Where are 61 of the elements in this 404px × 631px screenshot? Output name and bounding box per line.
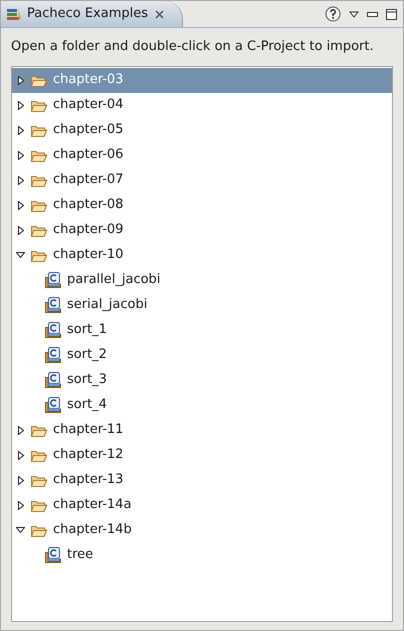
- dropdown-icon[interactable]: [349, 10, 359, 18]
- folder-icon: [31, 74, 47, 86]
- expand-arrow-icon[interactable]: [18, 76, 24, 84]
- tree-item[interactable]: serial_jacobi: [12, 292, 392, 318]
- folder-icon: [31, 124, 47, 136]
- expand-arrow-icon[interactable]: [18, 450, 24, 460]
- expand-arrow-icon[interactable]: [18, 100, 24, 110]
- folder-icon: [31, 524, 47, 536]
- c-project-icon: [45, 297, 61, 313]
- collapse-arrow-icon[interactable]: [16, 252, 25, 258]
- folder-icon: [31, 474, 47, 486]
- instruction-text: Open a folder and double-click on a C-Project to import.: [11, 38, 375, 56]
- folder-icon: [31, 424, 47, 436]
- tree-item[interactable]: chapter-13: [12, 468, 392, 492]
- view-tab[interactable]: Pacheco Examples: [1, 1, 183, 27]
- tree-item[interactable]: chapter-10: [12, 242, 392, 268]
- tree-item[interactable]: chapter-07: [12, 168, 392, 192]
- view-title: Pacheco Examples: [27, 5, 148, 24]
- tree-item[interactable]: sort_2: [12, 342, 392, 368]
- tree-item[interactable]: parallel_jacobi: [12, 268, 392, 292]
- folder-icon: [31, 98, 47, 112]
- tree-item[interactable]: tree: [12, 542, 392, 568]
- collapse-arrow-icon[interactable]: [16, 527, 25, 533]
- help-icon[interactable]: [325, 6, 341, 22]
- tree-item[interactable]: chapter-08: [12, 192, 392, 218]
- c-project-icon: [45, 372, 61, 388]
- folder-icon: [31, 498, 47, 512]
- tree-item[interactable]: sort_3: [12, 368, 392, 392]
- close-icon[interactable]: [155, 10, 164, 18]
- books-icon: [6, 7, 22, 21]
- tree-item[interactable]: sort_1: [12, 318, 392, 342]
- c-project-icon: [45, 322, 61, 338]
- c-project-icon: [45, 272, 61, 288]
- c-project-icon: [45, 547, 61, 563]
- maximize-icon[interactable]: [386, 8, 397, 20]
- expand-arrow-icon[interactable]: [18, 200, 24, 210]
- folder-icon: [31, 248, 47, 262]
- tree-item[interactable]: chapter-05: [12, 118, 392, 142]
- c-project-icon: [45, 347, 61, 363]
- expand-arrow-icon[interactable]: [18, 500, 24, 510]
- c-project-icon: [45, 397, 61, 413]
- tree-item[interactable]: chapter-14b: [12, 518, 392, 542]
- folder-icon: [31, 148, 47, 162]
- expand-arrow-icon[interactable]: [18, 426, 24, 434]
- expand-arrow-icon[interactable]: [18, 150, 24, 160]
- folder-icon: [31, 198, 47, 212]
- tree-item[interactable]: chapter-11: [12, 418, 392, 442]
- expand-arrow-icon[interactable]: [18, 226, 24, 234]
- folder-icon: [31, 448, 47, 462]
- expand-arrow-icon[interactable]: [18, 176, 24, 184]
- tree-item[interactable]: chapter-12: [12, 442, 392, 468]
- tree-item[interactable]: chapter-14a: [12, 492, 392, 518]
- tree-item[interactable]: chapter-09: [12, 218, 392, 242]
- tree-item[interactable]: chapter-06: [12, 142, 392, 168]
- folder-icon: [31, 224, 47, 236]
- tree-item[interactable]: chapter-04: [12, 92, 392, 118]
- expand-arrow-icon[interactable]: [18, 476, 24, 484]
- minimize-icon[interactable]: [367, 12, 378, 16]
- folder-icon: [31, 174, 47, 186]
- expand-arrow-icon[interactable]: [18, 126, 24, 134]
- tree-item[interactable]: sort_4: [12, 392, 392, 418]
